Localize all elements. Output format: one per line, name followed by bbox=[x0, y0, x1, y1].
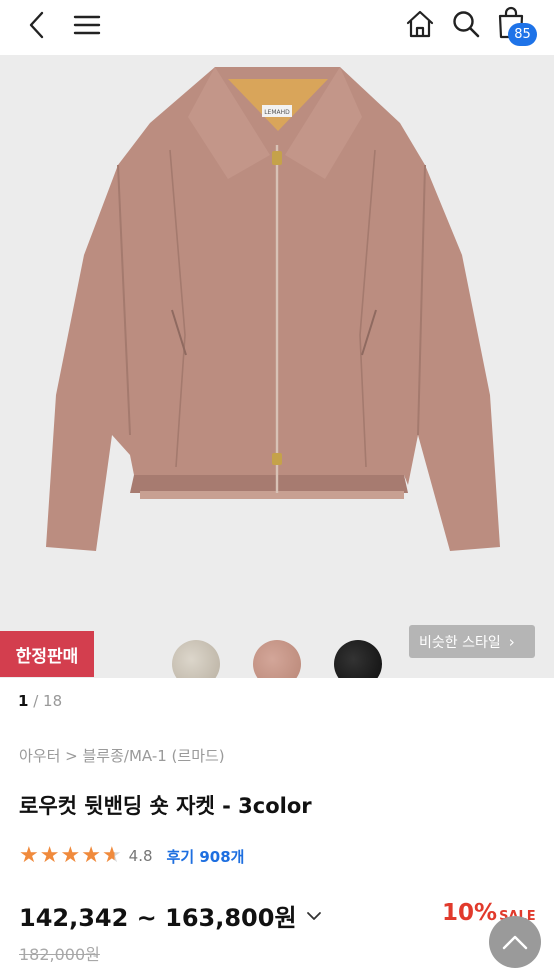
rating-row: ★ ★ ★ ★ ★ 4.8 후기 908개 bbox=[19, 843, 244, 869]
similar-style-button[interactable]: 비슷한 스타일 › bbox=[409, 625, 535, 658]
menu-button[interactable] bbox=[66, 6, 108, 44]
home-icon bbox=[406, 10, 434, 38]
search-icon bbox=[453, 11, 480, 38]
scroll-to-top-button[interactable] bbox=[489, 916, 541, 968]
pager-current: 1 bbox=[18, 692, 29, 710]
star-icon: ★ bbox=[60, 843, 81, 868]
review-count-link[interactable]: 후기 908개 bbox=[167, 846, 245, 867]
back-button[interactable] bbox=[18, 6, 56, 44]
discount-percent: 10% bbox=[442, 900, 498, 926]
star-icon: ★ bbox=[39, 843, 60, 868]
home-button[interactable] bbox=[400, 4, 440, 44]
chevron-right-icon: › bbox=[508, 632, 515, 651]
similar-style-label: 비슷한 스타일 bbox=[419, 634, 501, 651]
chevron-up-icon bbox=[502, 935, 528, 950]
limited-sale-badge: 한정판매 bbox=[0, 631, 94, 677]
image-pager: 1 / 18 bbox=[18, 692, 62, 710]
back-icon bbox=[29, 11, 44, 39]
cart-count-badge: 85 bbox=[508, 23, 537, 46]
price-range-text: 142,342 ~ 163,800원 bbox=[19, 904, 297, 932]
color-swatch-black[interactable] bbox=[334, 640, 382, 678]
half-star-icon: ★ bbox=[101, 843, 122, 868]
svg-text:LEMAHD: LEMAHD bbox=[264, 109, 290, 116]
color-swatch-beige[interactable] bbox=[172, 640, 220, 678]
jacket-image: LEMAHD bbox=[46, 67, 500, 551]
price-range[interactable]: 142,342 ~ 163,800원 bbox=[19, 898, 323, 933]
product-image-gallery[interactable]: LEMAHD bbox=[0, 55, 554, 678]
pager-total: / 18 bbox=[33, 692, 63, 710]
color-swatch-pink[interactable] bbox=[253, 640, 301, 678]
search-button[interactable] bbox=[446, 4, 486, 44]
top-navigation-bar: 85 bbox=[0, 0, 554, 52]
star-icon: ★ bbox=[19, 843, 39, 868]
menu-icon bbox=[73, 15, 101, 35]
rating-score: 4.8 bbox=[128, 847, 153, 865]
breadcrumb[interactable]: 아우터 > 블루종/MA-1 (르마드) bbox=[19, 745, 225, 766]
chevron-down-icon bbox=[306, 911, 321, 920]
star-icon: ★ bbox=[81, 843, 101, 868]
original-price: 182,000원 bbox=[19, 945, 100, 964]
product-title: 로우컷 뒷밴딩 숏 자켓 - 3color bbox=[19, 794, 312, 818]
